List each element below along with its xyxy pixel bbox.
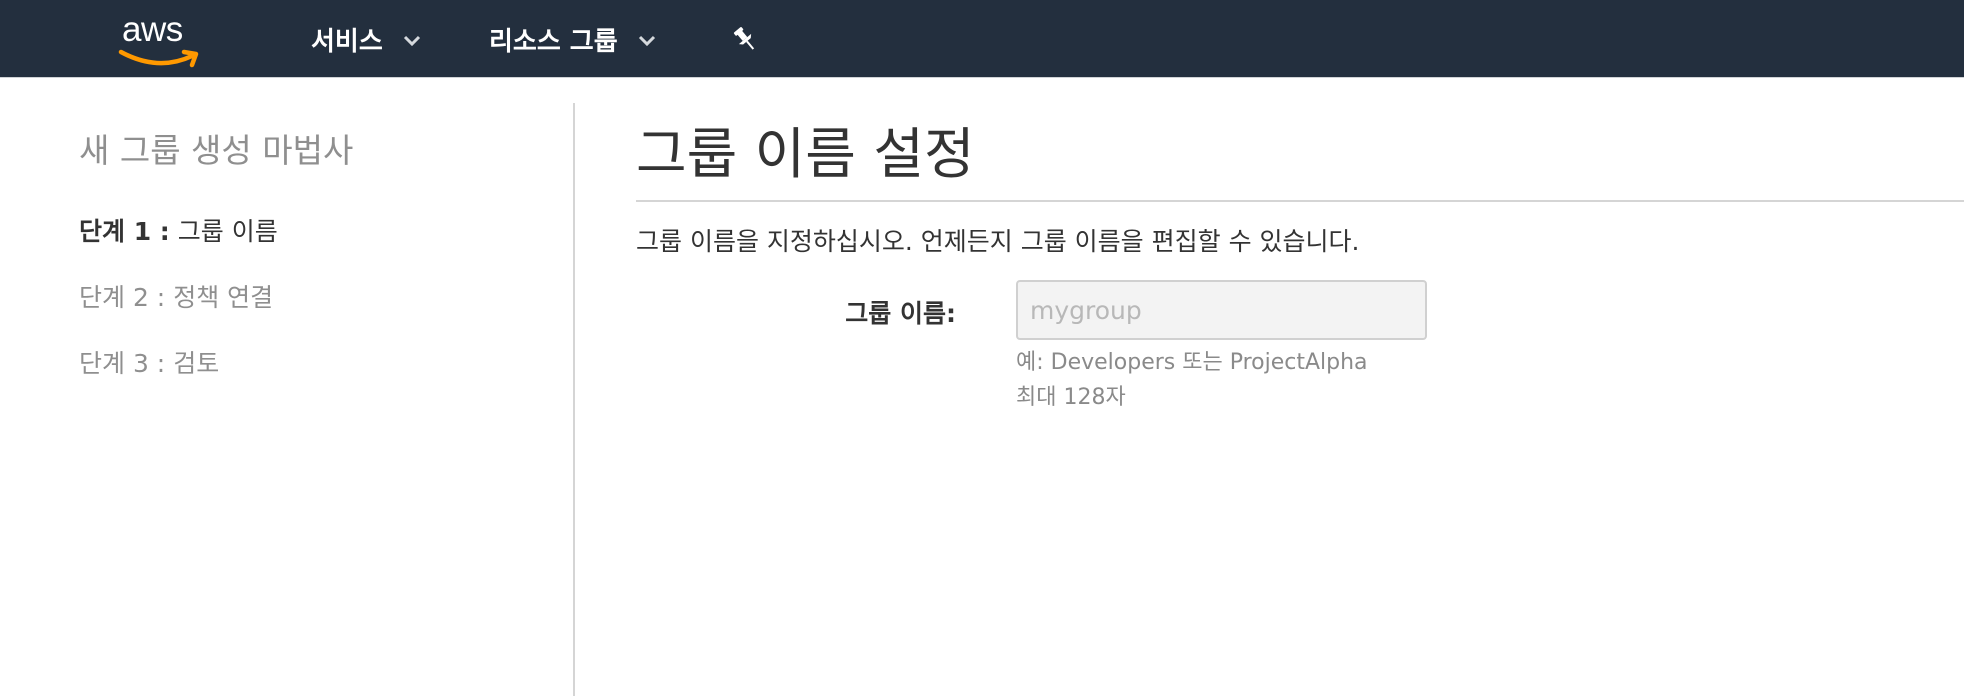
group-name-example-hint: 예: Developers 또는 ProjectAlpha	[1016, 350, 1368, 375]
step-prefix: 단계 2 :	[79, 283, 166, 312]
title-divider	[636, 200, 1964, 202]
top-navigation-bar: aws 서비스 리소스 그룹	[0, 0, 1964, 78]
sidebar-divider	[573, 103, 575, 696]
services-menu-label: 서비스	[311, 26, 383, 57]
group-name-label: 그룹 이름:	[845, 299, 956, 328]
aws-smile-icon	[118, 49, 199, 68]
step-prefix: 단계 3 :	[79, 349, 166, 378]
page-description: 그룹 이름을 지정하십시오. 언제든지 그룹 이름을 편집할 수 있습니다.	[636, 227, 1360, 256]
wizard-step-2[interactable]: 단계 2 : 정책 연결	[79, 278, 273, 314]
resource-groups-menu-label: 리소스 그룹	[489, 26, 618, 57]
services-menu[interactable]: 서비스	[311, 0, 421, 78]
group-name-max-length-hint: 최대 128자	[1016, 385, 1126, 410]
group-name-input[interactable]	[1016, 280, 1427, 340]
pushpin-icon[interactable]	[730, 24, 760, 54]
chevron-down-icon	[638, 35, 655, 47]
wizard-step-3[interactable]: 단계 3 : 검토	[79, 344, 219, 380]
wizard-step-1[interactable]: 단계 1 : 그룹 이름	[79, 212, 278, 248]
step-label: 그룹 이름	[177, 217, 278, 246]
wizard-title: 새 그룹 생성 마법사	[79, 131, 354, 170]
step-label: 정책 연결	[173, 283, 274, 312]
page-title: 그룹 이름 설정	[636, 122, 975, 186]
step-label: 검토	[173, 349, 220, 378]
resource-groups-menu[interactable]: 리소스 그룹	[489, 0, 656, 78]
aws-logo-text: aws	[122, 10, 183, 49]
chevron-down-icon	[403, 35, 420, 47]
aws-logo[interactable]: aws	[118, 10, 204, 68]
step-prefix: 단계 1 :	[79, 217, 170, 246]
